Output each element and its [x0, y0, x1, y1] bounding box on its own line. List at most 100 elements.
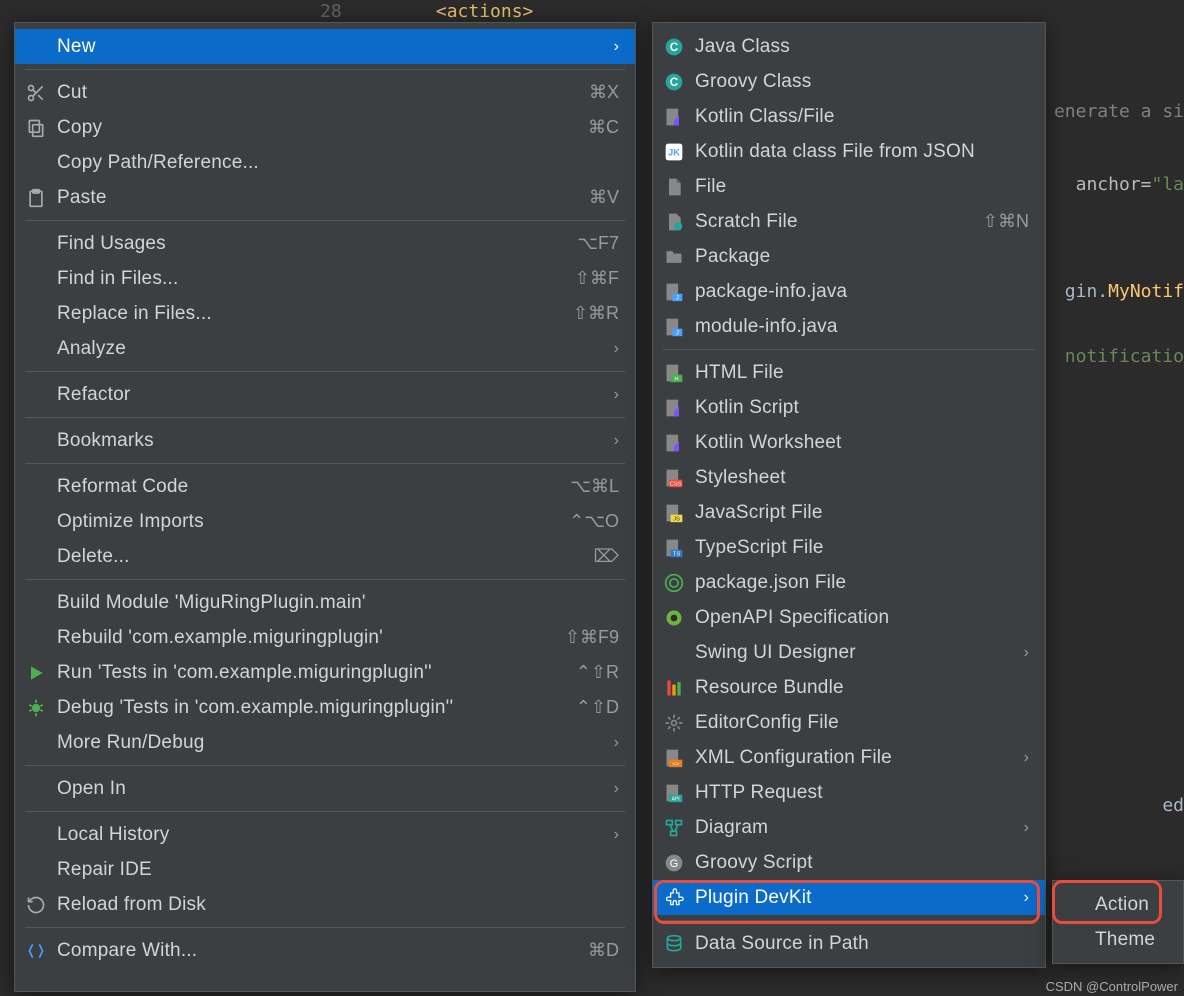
menu-item-label: Package: [695, 246, 1029, 268]
openapi-icon: [663, 607, 685, 629]
ctx-item-copy[interactable]: Copy⌘C: [15, 110, 635, 145]
shortcut-label: ⌘X: [589, 82, 619, 103]
new-item-swing-ui-designer[interactable]: Swing UI Designer›: [653, 635, 1045, 670]
shortcut-label: ⇧⌘R: [573, 303, 619, 324]
chevron-right-icon: ›: [614, 734, 619, 752]
menu-item-label: Repair IDE: [57, 859, 619, 881]
menu-item-label: New: [57, 36, 606, 58]
plugin-item-action[interactable]: Action: [1053, 887, 1183, 922]
ctx-item-bookmarks[interactable]: Bookmarks›: [15, 423, 635, 458]
menu-item-label: Swing UI Designer: [695, 642, 1016, 664]
new-item-xml-configuration-file[interactable]: <>XML Configuration File›: [653, 740, 1045, 775]
new-item-kotlin-class-file[interactable]: Kotlin Class/File: [653, 99, 1045, 134]
new-item-http-request[interactable]: APIHTTP Request: [653, 775, 1045, 810]
menu-separator: [25, 463, 625, 464]
java-file-icon: J: [663, 316, 685, 338]
new-item-javascript-file[interactable]: JSJavaScript File: [653, 495, 1045, 530]
ctx-item-cut[interactable]: Cut⌘X: [15, 75, 635, 110]
circle-c-cyan-icon: C: [663, 71, 685, 93]
new-item-data-source-in-path[interactable]: Data Source in Path: [653, 926, 1045, 961]
new-item-typescript-file[interactable]: TSTypeScript File: [653, 530, 1045, 565]
menu-item-label: Diagram: [695, 817, 1016, 839]
ctx-item-rebuild-com-example-miguringplugin[interactable]: Rebuild 'com.example.miguringplugin'⇧⌘F9: [15, 620, 635, 655]
ctx-item-copy-path-reference[interactable]: Copy Path/Reference...: [15, 145, 635, 180]
new-item-groovy-class[interactable]: CGroovy Class: [653, 64, 1045, 99]
new-item-file[interactable]: File: [653, 169, 1045, 204]
kotlin-file-icon: [663, 397, 685, 419]
ctx-item-reformat-code[interactable]: Reformat Code⌥⌘L: [15, 469, 635, 504]
menu-item-label: Replace in Files...: [57, 303, 573, 325]
menu-separator: [25, 69, 625, 70]
plugin-item-theme[interactable]: Theme: [1053, 922, 1183, 957]
js-icon: JS: [663, 502, 685, 524]
chevron-right-icon: ›: [1024, 889, 1029, 907]
ctx-item-find-in-files[interactable]: Find in Files...⇧⌘F: [15, 261, 635, 296]
new-item-module-info-java[interactable]: Jmodule-info.java: [653, 309, 1045, 344]
menu-item-label: Local History: [57, 824, 606, 846]
new-item-kotlin-script[interactable]: Kotlin Script: [653, 390, 1045, 425]
ctx-item-analyze[interactable]: Analyze›: [15, 331, 635, 366]
ctx-item-repair-ide[interactable]: Repair IDE: [15, 852, 635, 887]
new-item-html-file[interactable]: HHTML File: [653, 355, 1045, 390]
svg-text:J: J: [676, 294, 679, 301]
new-item-package[interactable]: Package: [653, 239, 1045, 274]
new-item-java-class[interactable]: CJava Class: [653, 29, 1045, 64]
new-item-package-json-file[interactable]: package.json File: [653, 565, 1045, 600]
menu-item-label: Copy: [57, 117, 588, 139]
new-item-diagram[interactable]: Diagram›: [653, 810, 1045, 845]
database-icon: [663, 933, 685, 955]
ctx-item-paste[interactable]: Paste⌘V: [15, 180, 635, 215]
new-item-scratch-file[interactable]: Scratch File⇧⌘N: [653, 204, 1045, 239]
ctx-item-find-usages[interactable]: Find Usages⌥F7: [15, 226, 635, 261]
ctx-item-reload-from-disk[interactable]: Reload from Disk: [15, 887, 635, 922]
shortcut-label: ⌘C: [588, 117, 619, 138]
ctx-item-run-tests-in-com-example-miguringplugin[interactable]: Run 'Tests in 'com.example.miguringplugi…: [15, 655, 635, 690]
ctx-item-debug-tests-in-com-example-miguringplugin[interactable]: Debug 'Tests in 'com.example.miguringplu…: [15, 690, 635, 725]
ctx-item-optimize-imports[interactable]: Optimize Imports⌃⌥O: [15, 504, 635, 539]
menu-separator: [663, 920, 1035, 921]
folder-icon: [663, 246, 685, 268]
api-icon: API: [663, 782, 685, 804]
new-item-groovy-script[interactable]: GGroovy Script: [653, 845, 1045, 880]
menu-item-label: Kotlin data class File from JSON: [695, 141, 1029, 163]
new-item-editorconfig-file[interactable]: EditorConfig File: [653, 705, 1045, 740]
ctx-item-compare-with[interactable]: Compare With...⌘D: [15, 933, 635, 968]
ctx-item-build-module-miguringplugin-main[interactable]: Build Module 'MiguRingPlugin.main': [15, 585, 635, 620]
scissors-icon: [25, 82, 47, 104]
blank-icon: [25, 592, 47, 614]
menu-separator: [25, 417, 625, 418]
ctx-item-refactor[interactable]: Refactor›: [15, 377, 635, 412]
menu-item-label: Build Module 'MiguRingPlugin.main': [57, 592, 619, 614]
new-item-kotlin-worksheet[interactable]: Kotlin Worksheet: [653, 425, 1045, 460]
shortcut-label: ⇧⌘F9: [565, 627, 619, 648]
menu-item-label: Rebuild 'com.example.miguringplugin': [57, 627, 565, 649]
menu-item-label: Kotlin Class/File: [695, 106, 1029, 128]
shortcut-label: ⌃⇧R: [576, 662, 619, 683]
circle-c-cyan-icon: C: [663, 36, 685, 58]
blank-icon: [25, 511, 47, 533]
menu-separator: [25, 371, 625, 372]
ctx-item-open-in[interactable]: Open In›: [15, 771, 635, 806]
ctx-item-new[interactable]: New›: [15, 29, 635, 64]
new-item-plugin-devkit[interactable]: Plugin DevKit›: [653, 880, 1045, 915]
svg-text:C: C: [670, 76, 679, 89]
new-item-stylesheet[interactable]: CSSStylesheet: [653, 460, 1045, 495]
menu-item-label: More Run/Debug: [57, 732, 606, 754]
css-icon: CSS: [663, 467, 685, 489]
new-item-kotlin-data-class-file-from-json[interactable]: JKKotlin data class File from JSON: [653, 134, 1045, 169]
xml-tag: <actions>: [436, 1, 534, 22]
line-number: 28: [320, 0, 360, 24]
new-item-package-info-java[interactable]: Jpackage-info.java: [653, 274, 1045, 309]
shortcut-label: ⌘D: [588, 940, 619, 961]
menu-separator: [25, 927, 625, 928]
svg-text:CSS: CSS: [670, 481, 682, 487]
ctx-item-local-history[interactable]: Local History›: [15, 817, 635, 852]
debug-icon: [25, 697, 47, 719]
new-item-openapi-specification[interactable]: OpenAPI Specification: [653, 600, 1045, 635]
new-item-resource-bundle[interactable]: Resource Bundle: [653, 670, 1045, 705]
ctx-item-replace-in-files[interactable]: Replace in Files...⇧⌘R: [15, 296, 635, 331]
ctx-item-more-run-debug[interactable]: More Run/Debug ›: [15, 725, 635, 760]
ctx-item-delete[interactable]: Delete...⌦: [15, 539, 635, 574]
menu-item-label: Scratch File: [695, 211, 983, 233]
copy-icon: [25, 117, 47, 139]
